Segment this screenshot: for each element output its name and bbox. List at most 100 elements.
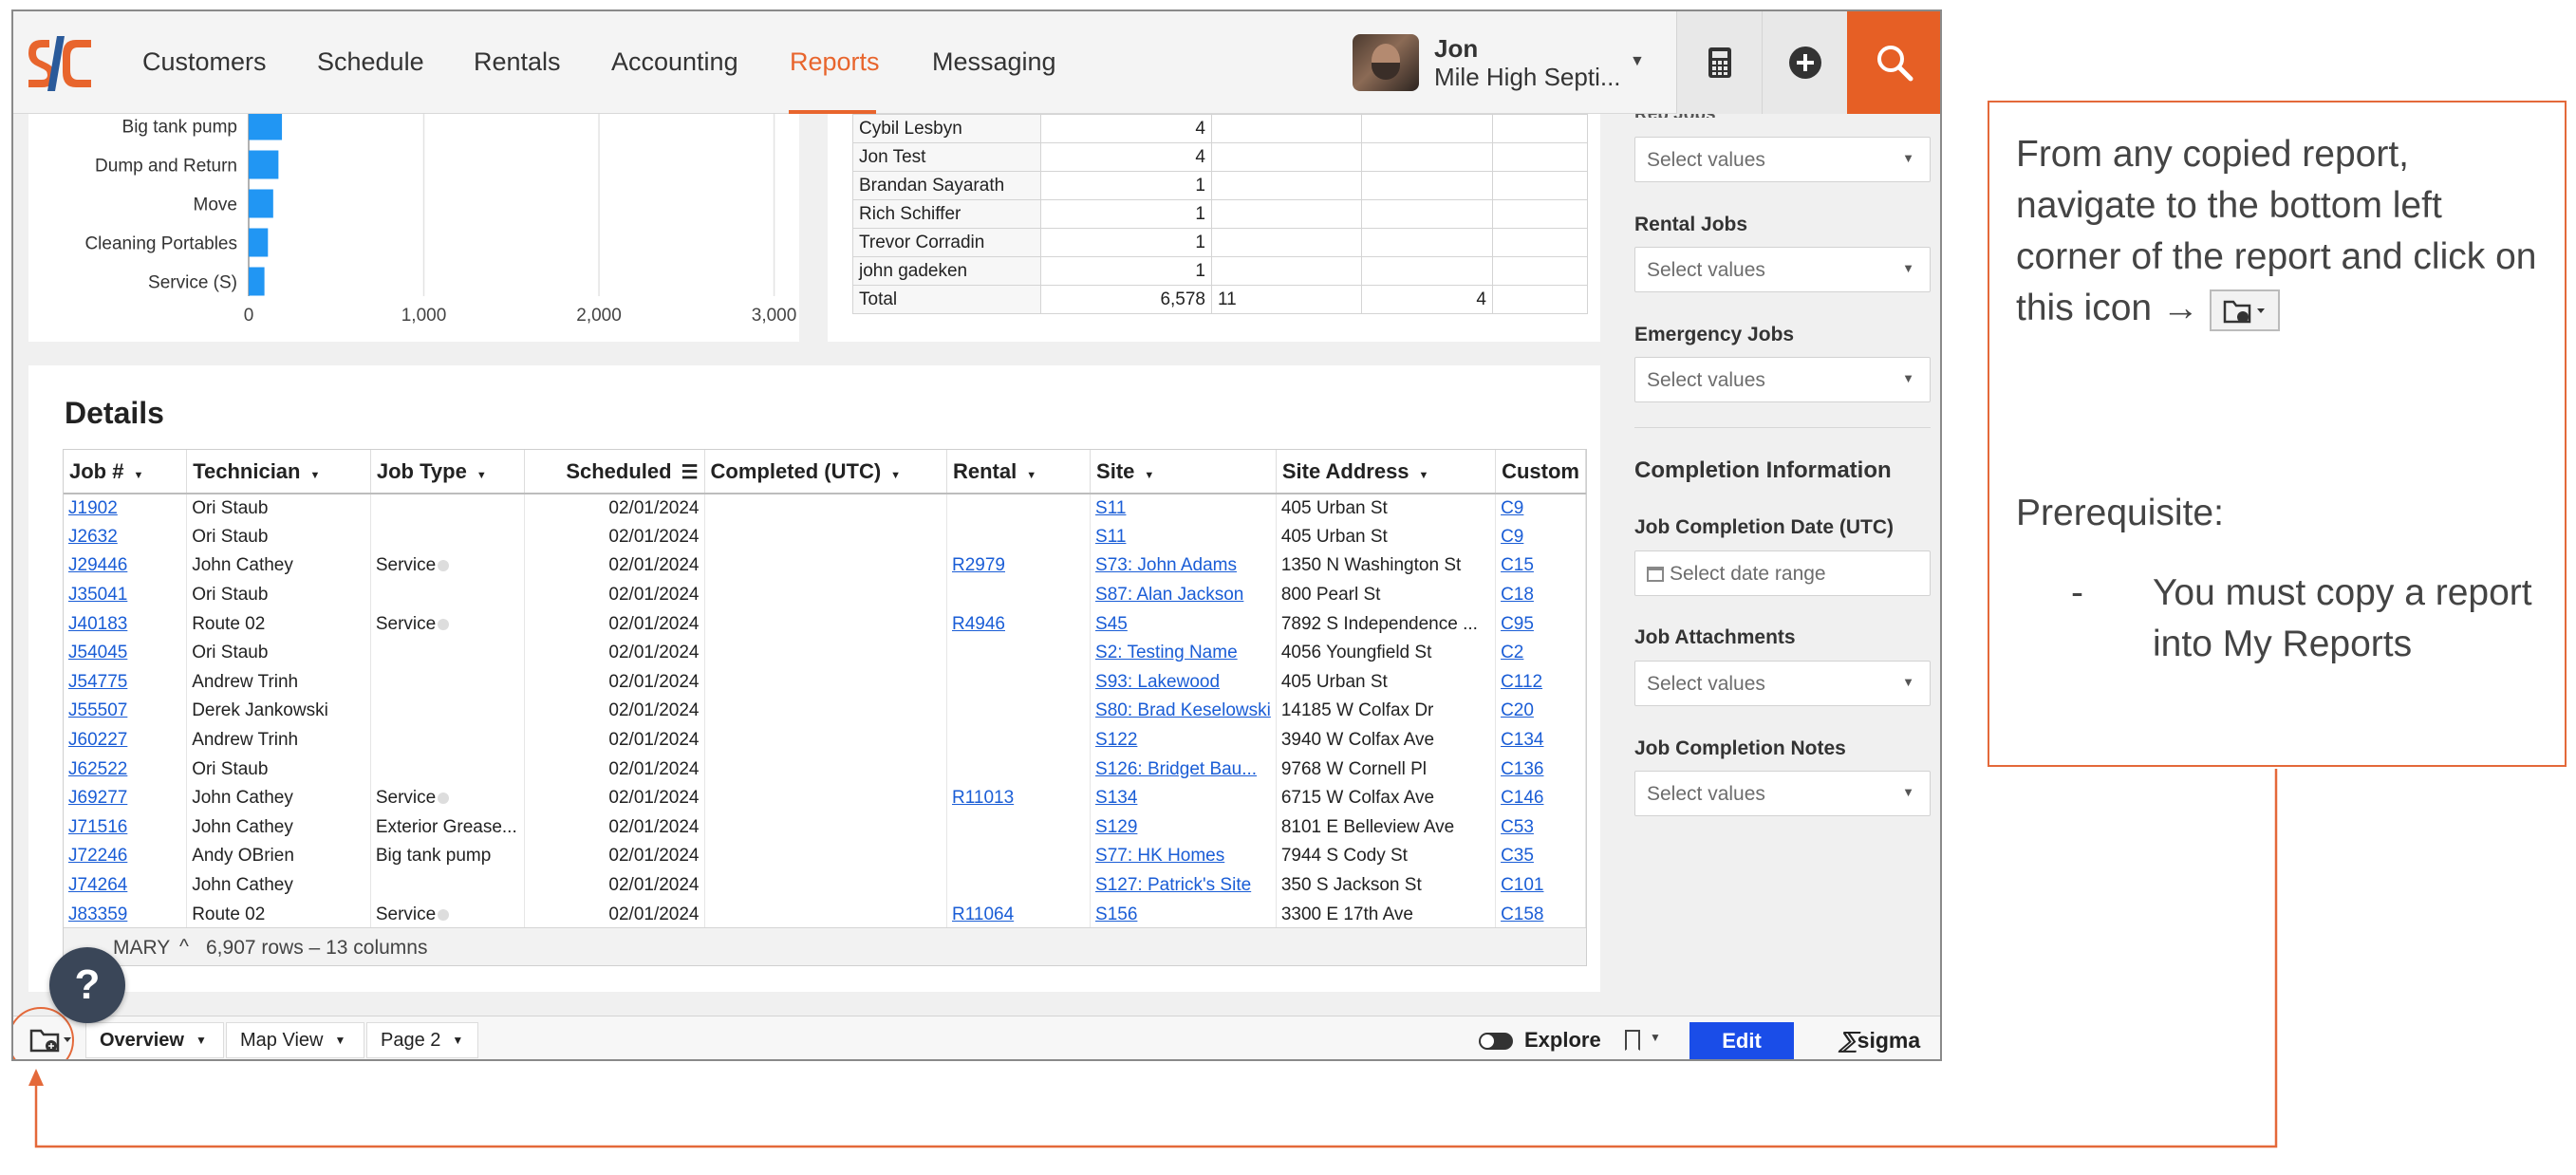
table-cell[interactable]: R2979: [946, 551, 1092, 581]
table-cell[interactable]: S126: Bridget Bau...: [1090, 755, 1277, 784]
cell-link[interactable]: J60227: [68, 730, 127, 750]
cell-link[interactable]: S11: [1095, 498, 1126, 518]
cell-link[interactable]: J62522: [68, 759, 127, 779]
cell-link[interactable]: J29446: [68, 555, 127, 575]
cell-link[interactable]: J40183: [68, 614, 127, 634]
table-cell[interactable]: C15: [1495, 551, 1586, 581]
add-button[interactable]: [1762, 11, 1847, 114]
table-cell[interactable]: J60227: [64, 725, 188, 755]
cell-link[interactable]: J1902: [68, 498, 118, 518]
table-cell[interactable]: C112: [1495, 667, 1586, 698]
tab-overview[interactable]: Overview ▼: [85, 1022, 224, 1058]
cell-link[interactable]: J2632: [68, 527, 118, 547]
cell-link[interactable]: C2: [1501, 643, 1523, 662]
rental-jobs-select[interactable]: Select values ▼: [1634, 247, 1931, 292]
notes-select[interactable]: Select values ▼: [1634, 771, 1931, 816]
table-cell[interactable]: C101: [1495, 870, 1586, 901]
table-row[interactable]: J1902 Ori Staub 02/01/2024 S11 405 Urban St C…: [64, 494, 1586, 523]
column-header[interactable]: Technician ▼: [186, 450, 371, 494]
cell-link[interactable]: C15: [1501, 555, 1534, 575]
cell-link[interactable]: J55507: [68, 700, 127, 720]
cell-link[interactable]: J72246: [68, 846, 127, 866]
table-cell[interactable]: J74264: [64, 870, 188, 901]
column-header[interactable]: Custom: [1495, 450, 1586, 494]
table-cell[interactable]: S80: Brad Keselowski: [1090, 697, 1277, 726]
table-cell[interactable]: C53: [1495, 812, 1586, 843]
explore-toggle[interactable]: [1479, 1033, 1513, 1050]
table-cell[interactable]: J54775: [64, 667, 188, 698]
cell-link[interactable]: S2: Testing Name: [1095, 643, 1238, 662]
bookmark-icon[interactable]: [1625, 1030, 1640, 1051]
caret-down-icon[interactable]: ▼: [309, 470, 320, 481]
caret-down-icon[interactable]: ▼: [133, 470, 143, 481]
table-cell[interactable]: J35041: [64, 580, 188, 610]
filter-select-1[interactable]: Select values ▼: [1634, 137, 1931, 182]
avatar[interactable]: [1353, 34, 1419, 91]
explore-label[interactable]: Explore: [1524, 1028, 1601, 1053]
table-cell[interactable]: C134: [1495, 725, 1586, 755]
summary-bar[interactable]: MARY ^ 6,907 rows – 13 columns: [64, 927, 1586, 965]
table-cell[interactable]: C146: [1495, 783, 1586, 813]
table-row[interactable]: J83359 Route 02 Service 02/01/2024 R11064 S15…: [64, 900, 1586, 929]
nav-rentals[interactable]: Rentals: [474, 47, 561, 77]
table-cell[interactable]: S127: Patrick's Site: [1090, 870, 1277, 901]
table-cell[interactable]: J62522: [64, 755, 188, 784]
table-cell[interactable]: J29446: [64, 551, 188, 581]
table-cell[interactable]: S45: [1090, 609, 1277, 639]
cell-link[interactable]: C158: [1501, 905, 1543, 924]
table-cell[interactable]: J54045: [64, 638, 188, 668]
cell-link[interactable]: S80: Brad Keselowski: [1095, 700, 1271, 720]
calculator-button[interactable]: [1676, 11, 1762, 114]
emergency-jobs-select[interactable]: Select values ▼: [1634, 357, 1931, 402]
cell-link[interactable]: C35: [1501, 846, 1534, 866]
nav-schedule[interactable]: Schedule: [317, 47, 424, 77]
caret-down-icon[interactable]: ▼: [1026, 470, 1036, 481]
chevron-up-icon[interactable]: ^: [179, 936, 189, 959]
cell-link[interactable]: S134: [1095, 788, 1137, 808]
column-header[interactable]: Rental ▼: [946, 450, 1092, 494]
caret-down-icon[interactable]: ▼: [1144, 470, 1154, 481]
table-cell[interactable]: R11064: [946, 900, 1092, 929]
table-cell[interactable]: J71516: [64, 812, 188, 843]
cell-link[interactable]: J83359: [68, 905, 127, 924]
completion-date-picker[interactable]: Select date range: [1634, 550, 1931, 596]
column-header[interactable]: Site ▼: [1090, 450, 1277, 494]
bar[interactable]: [249, 114, 283, 140]
cell-link[interactable]: C95: [1501, 614, 1534, 634]
table-cell[interactable]: C20: [1495, 697, 1586, 726]
bar[interactable]: [249, 189, 273, 218]
column-header[interactable]: Completed (UTC) ▼: [704, 450, 947, 494]
caret-down-icon[interactable]: ▼: [890, 470, 901, 481]
cell-link[interactable]: C146: [1501, 788, 1543, 808]
table-cell[interactable]: S93: Lakewood: [1090, 667, 1277, 698]
column-header[interactable]: Job Type ▼: [370, 450, 525, 494]
table-cell[interactable]: S129: [1090, 812, 1277, 843]
table-cell[interactable]: R4946: [946, 609, 1092, 639]
cell-link[interactable]: C136: [1501, 759, 1543, 779]
sort-icon[interactable]: ☰: [681, 462, 699, 483]
table-row[interactable]: J74264 John Cathey 02/01/2024 S127: Patrick…: [64, 870, 1586, 901]
tab-page-2[interactable]: Page 2 ▼: [366, 1022, 478, 1058]
cell-link[interactable]: S127: Patrick's Site: [1095, 875, 1251, 895]
cell-link[interactable]: C20: [1501, 700, 1534, 720]
cell-link[interactable]: J54045: [68, 643, 127, 662]
cell-link[interactable]: R11013: [952, 788, 1014, 808]
table-cell[interactable]: S11: [1090, 522, 1277, 552]
edit-button[interactable]: Edit: [1689, 1022, 1794, 1059]
table-row[interactable]: J62522 Ori Staub 02/01/2024 S126: Bridget B…: [64, 755, 1586, 784]
cell-link[interactable]: C53: [1501, 817, 1534, 837]
cell-link[interactable]: J69277: [68, 788, 127, 808]
table-row[interactable]: J72246 Andy OBrien Big tank pump 02/01/2024…: [64, 842, 1586, 871]
cell-link[interactable]: J74264: [68, 875, 127, 895]
table-cell[interactable]: J69277: [64, 783, 188, 813]
cell-link[interactable]: R4946: [952, 614, 1005, 634]
cell-link[interactable]: S73: John Adams: [1095, 555, 1237, 575]
table-row[interactable]: J29446 John Cathey Service 02/01/2024 R2979 S…: [64, 551, 1586, 581]
table-row[interactable]: J71516 John Cathey Exterior Grease... 02/01…: [64, 812, 1586, 843]
summary-label[interactable]: MARY: [113, 937, 170, 960]
cell-link[interactable]: C101: [1501, 875, 1543, 895]
cell-link[interactable]: J54775: [68, 672, 127, 692]
cell-link[interactable]: S129: [1095, 817, 1137, 837]
table-cell[interactable]: S134: [1090, 783, 1277, 813]
cell-link[interactable]: C9: [1501, 498, 1523, 518]
